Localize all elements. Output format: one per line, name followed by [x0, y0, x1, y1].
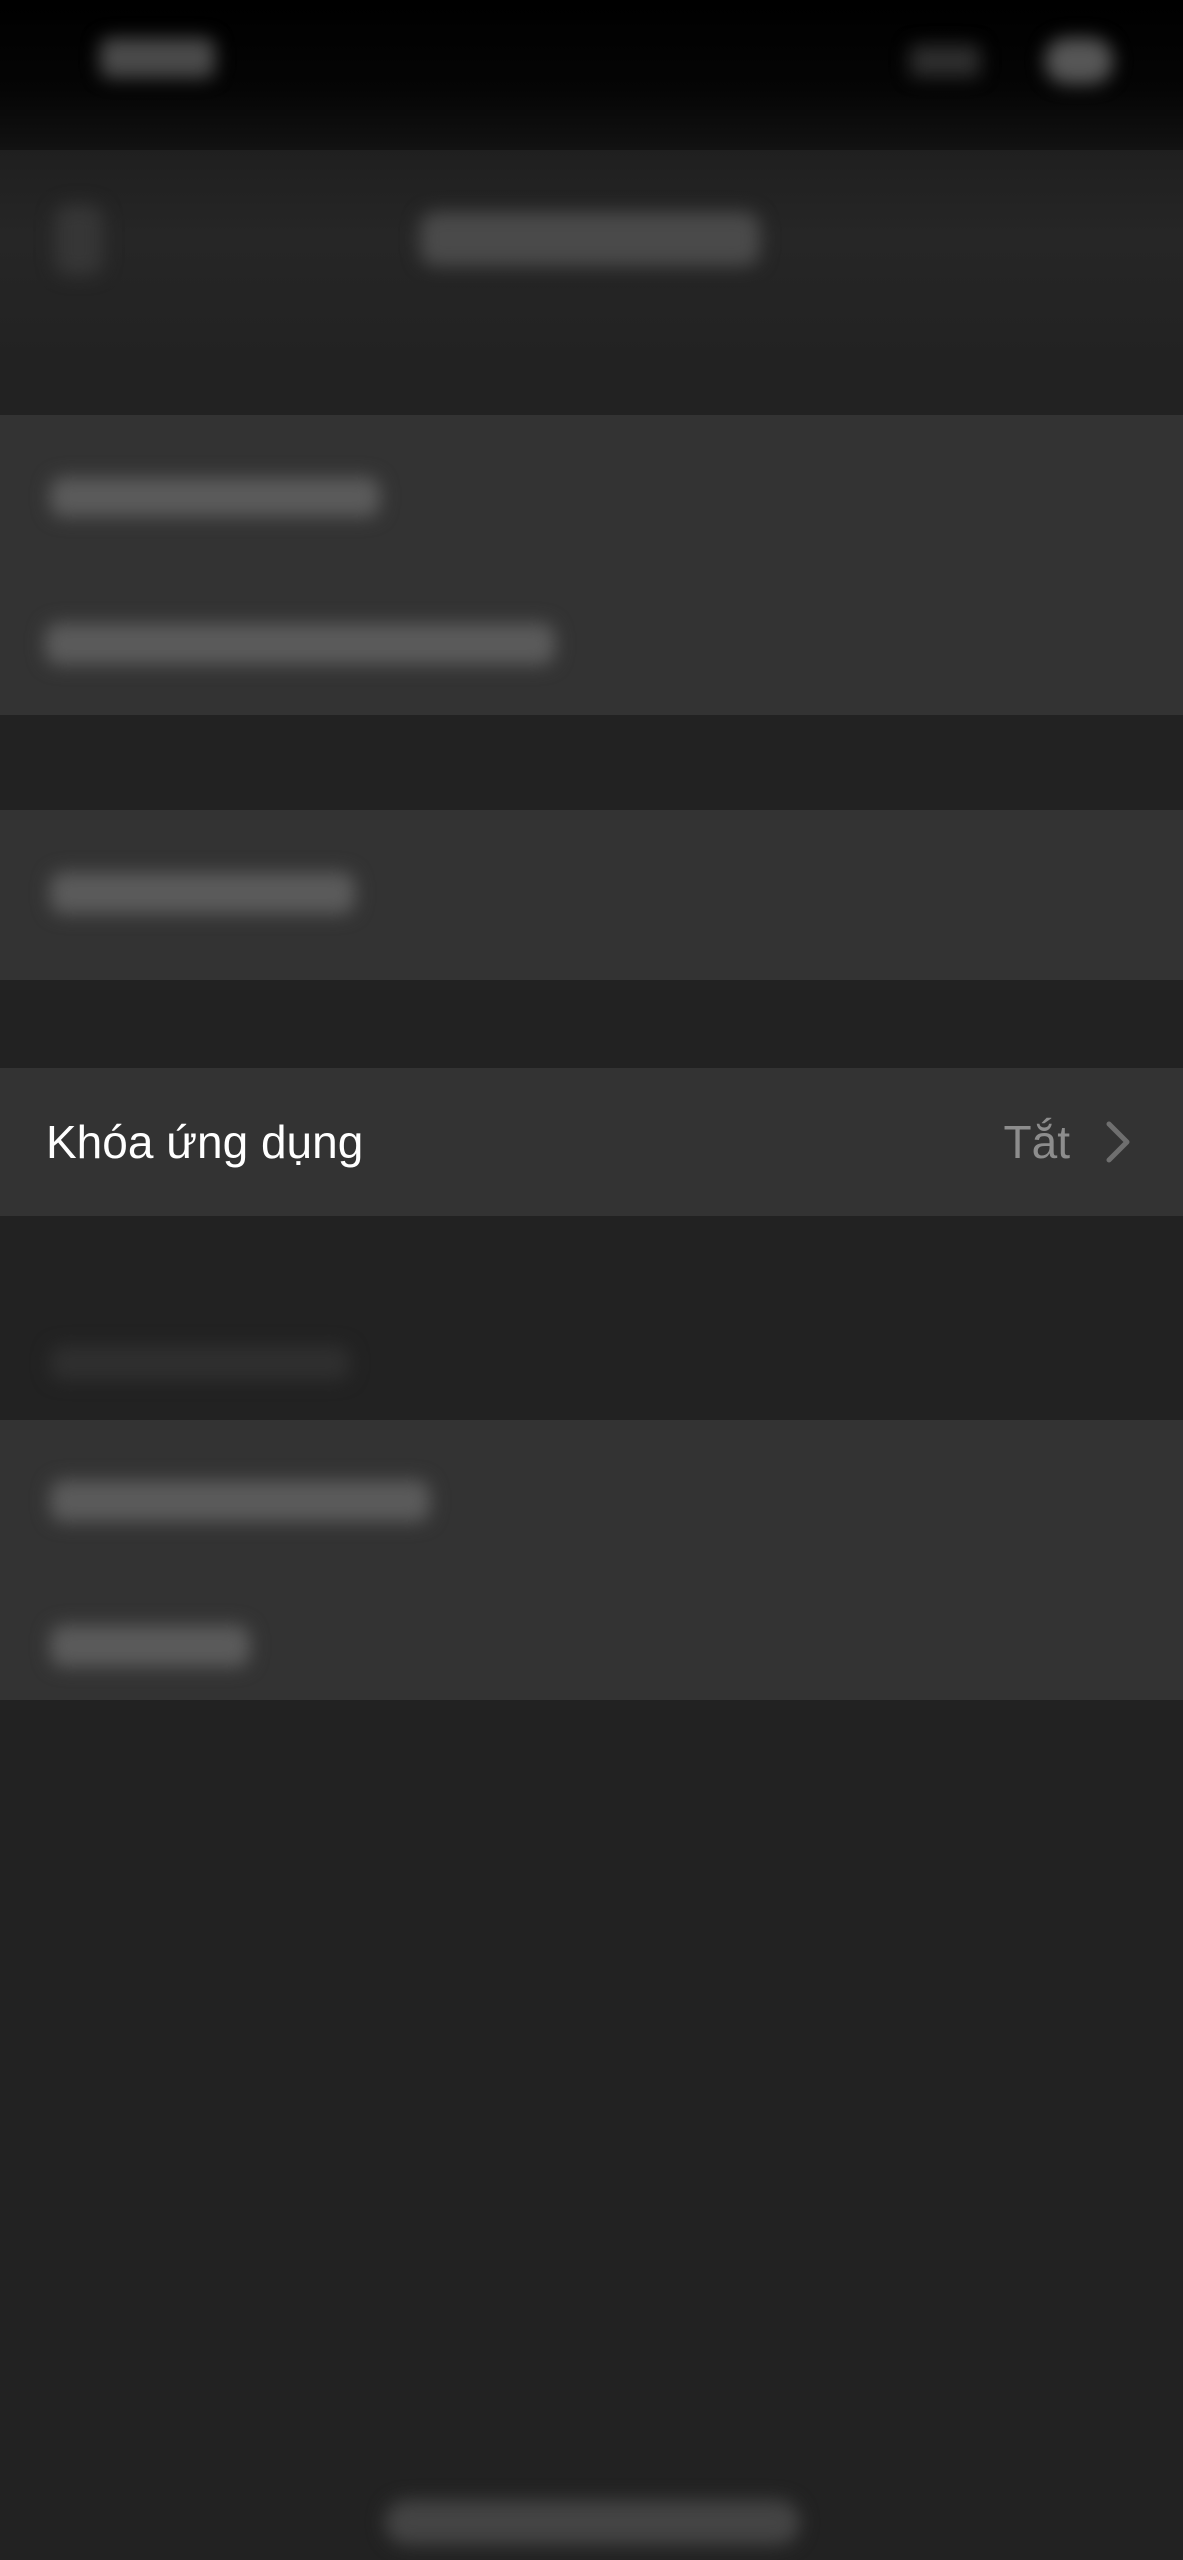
navigation-bar	[0, 150, 1183, 365]
status-time	[100, 38, 215, 78]
page-title	[420, 212, 760, 266]
settings-group-bottom	[0, 1420, 1183, 1700]
signal-icon	[910, 45, 980, 77]
status-bar	[0, 0, 1183, 150]
home-indicator	[385, 2500, 800, 2545]
list-item[interactable]	[50, 1480, 430, 1522]
battery-icon	[1045, 38, 1113, 84]
list-item[interactable]	[50, 872, 355, 914]
list-item[interactable]	[45, 623, 555, 665]
back-chevron-icon[interactable]	[55, 205, 103, 275]
app-lock-row[interactable]: Khóa ứng dụng Tắt	[0, 1068, 1183, 1216]
app-lock-status-value: Tắt	[1003, 1116, 1070, 1168]
list-item[interactable]	[50, 477, 380, 517]
list-item[interactable]	[50, 1625, 250, 1667]
app-lock-label: Khóa ứng dụng	[46, 1116, 364, 1168]
section-header	[50, 1346, 350, 1380]
settings-group-middle	[0, 810, 1183, 980]
chevron-right-icon	[1106, 1121, 1130, 1163]
settings-group-top	[0, 415, 1183, 715]
